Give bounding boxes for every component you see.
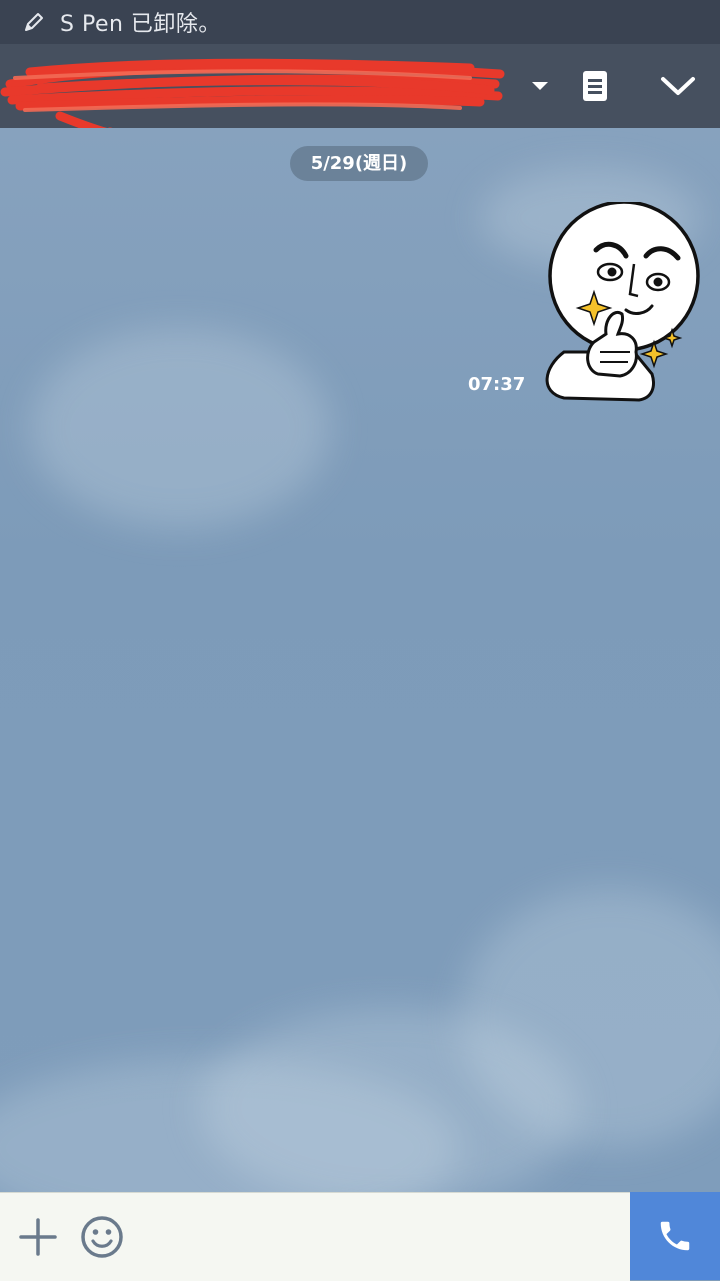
pen-icon [25,13,43,31]
notes-icon [583,71,607,101]
date-separator: 5/29(週日) [290,146,428,181]
background-cloud [200,1008,580,1192]
phone-icon [660,1221,690,1251]
status-bar: S Pen 已卸除。 [0,0,720,44]
dropdown-arrow-icon [532,82,548,90]
background-cloud [30,328,330,528]
chat-header [0,44,720,143]
message-time: 07:37 [468,374,526,395]
notes-button[interactable] [570,44,620,128]
chevron-down-icon [661,77,695,95]
input-bar [0,1192,630,1281]
chat-area[interactable]: 5/29(週日) 07:37 [0,128,720,1192]
emoji-icon[interactable] [80,1215,124,1259]
sticker-message[interactable] [534,202,704,402]
notification-text: S Pen 已卸除。 [60,12,221,37]
collapse-button[interactable] [648,44,708,128]
call-button[interactable] [630,1192,720,1280]
title-dropdown-button[interactable] [520,44,560,128]
plus-icon[interactable] [18,1217,58,1257]
